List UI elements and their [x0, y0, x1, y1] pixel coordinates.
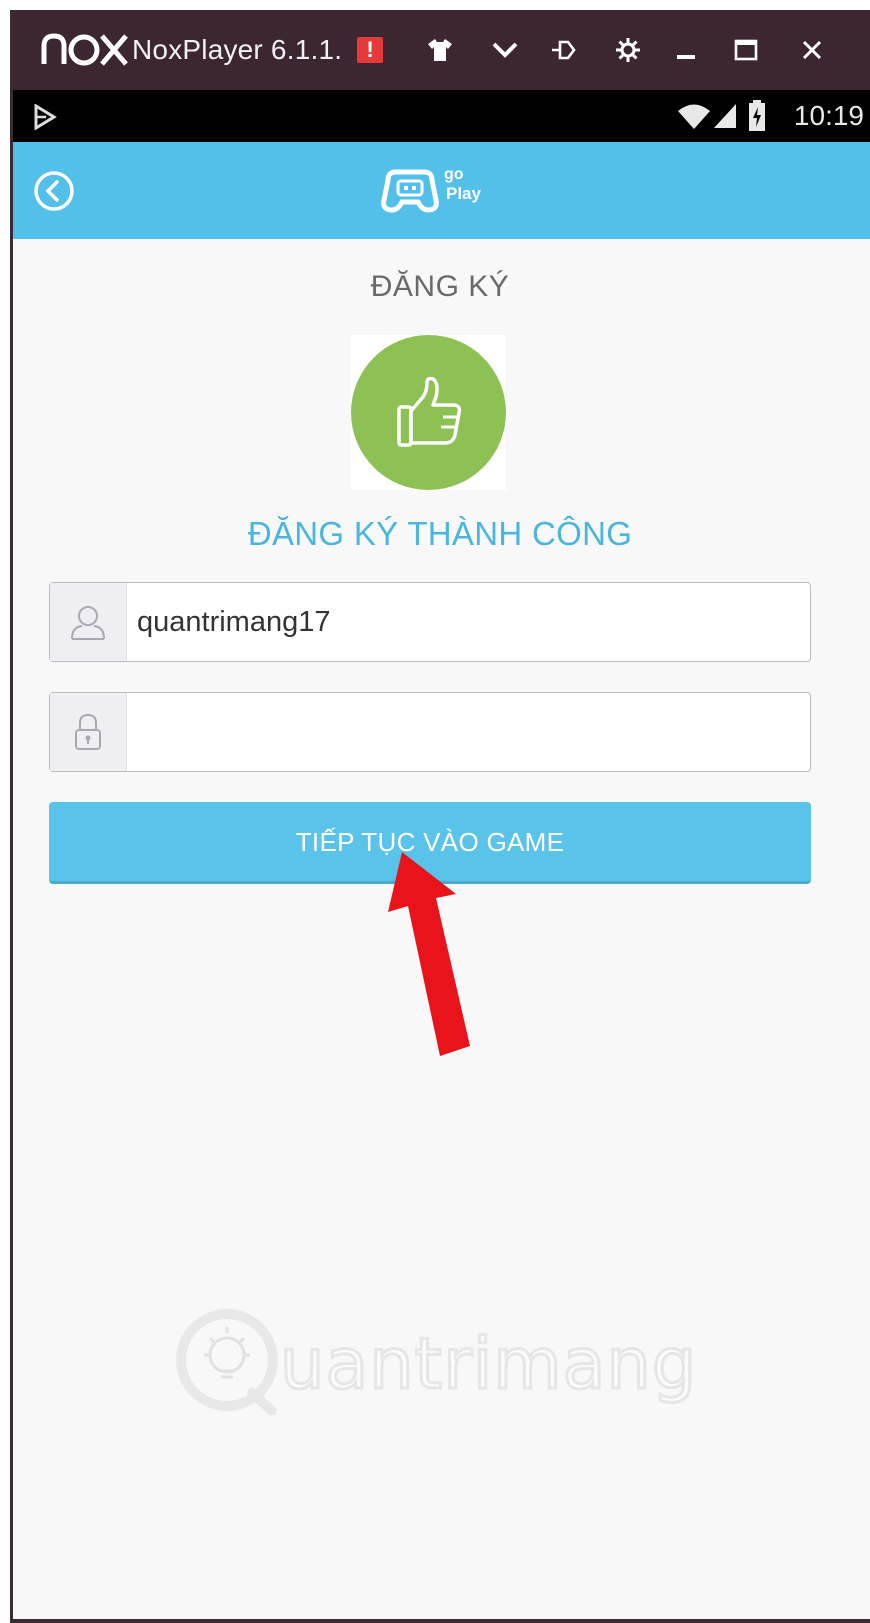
battery-icon — [749, 100, 765, 131]
red-arrow-annotation — [388, 852, 470, 1056]
user-icon-cell — [50, 583, 127, 661]
theme-icon[interactable] — [420, 30, 460, 70]
maximize-icon[interactable] — [726, 30, 766, 70]
user-icon — [71, 606, 105, 640]
watermark-logo-icon — [176, 1309, 278, 1415]
emulator-titlebar: NoxPlayer 6.1.1. ! — [10, 10, 870, 90]
gear-icon[interactable] — [608, 30, 648, 70]
android-statusbar: 10:19 — [10, 90, 870, 142]
success-message: ĐĂNG KÝ THÀNH CÔNG — [247, 515, 633, 552]
goplay-logo: go Play — [378, 164, 498, 218]
play-store-icon — [34, 104, 57, 130]
emulator-window: NoxPlayer 6.1.1. ! 10:19 go Play ĐĂNG KÝ… — [10, 10, 870, 1623]
username-input[interactable] — [127, 583, 810, 661]
alert-icon[interactable]: ! — [357, 37, 383, 63]
lock-icon — [75, 713, 101, 750]
close-icon[interactable] — [792, 30, 832, 70]
status-time: 10:19 — [793, 100, 864, 131]
success-circle — [351, 335, 506, 490]
password-field — [49, 692, 811, 772]
success-illustration — [351, 335, 506, 490]
chevron-down-icon[interactable] — [485, 30, 525, 70]
app-header: go Play — [10, 142, 870, 239]
app-title: NoxPlayer 6.1.1. — [132, 34, 343, 65]
page-title: ĐĂNG KÝ — [370, 270, 510, 303]
minimize-icon[interactable] — [666, 30, 706, 70]
watermark-text: uantrimang — [278, 1322, 698, 1407]
username-field — [49, 582, 811, 662]
watermark: uantrimang — [172, 1305, 698, 1415]
pin-icon[interactable] — [544, 30, 584, 70]
password-input[interactable] — [127, 693, 810, 771]
back-icon[interactable] — [32, 169, 76, 213]
signal-icon — [714, 104, 736, 128]
thumbs-up-icon — [396, 376, 461, 447]
window-border-left — [10, 10, 13, 1623]
logo-play-text: Play — [446, 184, 481, 203]
window-border-bottom — [10, 1619, 870, 1623]
logo-go-text: go — [444, 166, 464, 183]
wifi-icon — [678, 104, 710, 129]
nox-logo — [41, 33, 128, 66]
gamepad-logo-icon — [381, 169, 439, 213]
lock-icon-cell — [50, 693, 127, 771]
